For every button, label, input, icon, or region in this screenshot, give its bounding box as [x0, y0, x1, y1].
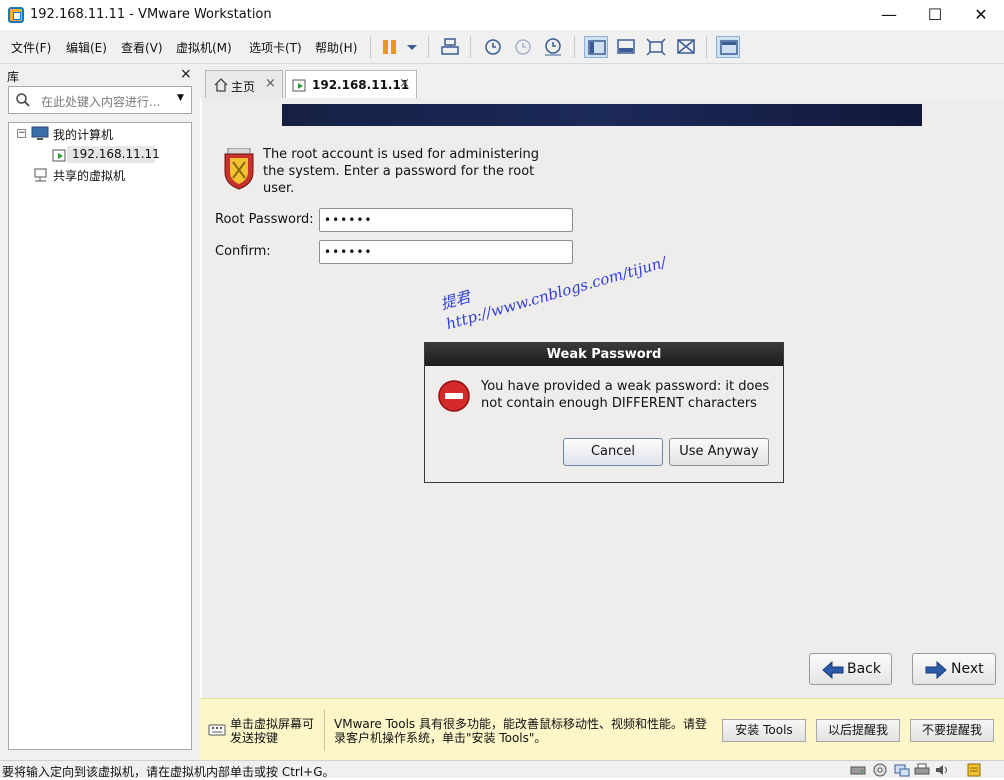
- toolbar-separator: [470, 36, 471, 58]
- back-button-label: Back: [847, 661, 881, 677]
- show-library-icon[interactable]: [584, 36, 608, 58]
- sound-card-icon[interactable]: [934, 763, 950, 777]
- shared-vm-icon: [34, 168, 47, 182]
- home-icon: [214, 78, 228, 92]
- tab-vm-close-icon[interactable]: ×: [399, 76, 410, 91]
- tab-home[interactable]: 主页 ×: [205, 70, 283, 98]
- vm-icon: [52, 149, 66, 162]
- next-button[interactable]: Next: [912, 653, 996, 685]
- vmware-tools-notification: 单击虚拟屏幕可发送按键 VMware Tools 具有很多功能，能改善鼠标移动性…: [200, 698, 1004, 760]
- vmware-app-icon: [8, 7, 24, 23]
- root-account-intro: The root account is used for administeri…: [263, 147, 540, 196]
- confirm-password-field[interactable]: ••••••: [319, 240, 573, 264]
- close-window-button[interactable]: ✕: [958, 0, 1004, 30]
- console-view-icon[interactable]: [716, 36, 740, 58]
- cancel-button[interactable]: Cancel: [563, 438, 663, 466]
- back-button[interactable]: Back: [809, 653, 892, 685]
- menu-vm[interactable]: 虚拟机(M): [176, 39, 232, 56]
- collapse-toggle-icon[interactable]: −: [17, 129, 26, 138]
- next-button-label: Next: [951, 661, 984, 677]
- message-log-icon[interactable]: [966, 763, 982, 777]
- error-icon: [438, 380, 470, 412]
- tab-home-close-icon[interactable]: ×: [265, 76, 276, 91]
- unity-icon[interactable]: [674, 36, 698, 58]
- library-search-input[interactable]: 在此处键入内容进行...: [41, 93, 160, 110]
- library-close-button[interactable]: ×: [180, 66, 192, 82]
- network-adapter-icon[interactable]: [894, 763, 910, 777]
- snapshot-manager-icon[interactable]: [540, 36, 564, 58]
- menu-view[interactable]: 查看(V): [121, 39, 163, 56]
- toolbar-separator: [370, 36, 371, 58]
- status-text: 要将输入定向到该虚拟机，请在虚拟机内部单击或按 Ctrl+G。: [2, 765, 335, 779]
- tab-strip: 主页 × 192.168.11.11 ×: [200, 64, 1004, 98]
- vm-console-screen[interactable]: The root account is used for administeri…: [202, 98, 1004, 698]
- remind-later-button[interactable]: 以后提醒我: [816, 719, 900, 742]
- toolbar-separator: [428, 36, 429, 58]
- arrow-right-icon: [925, 661, 947, 679]
- menu-tabs[interactable]: 选项卡(T): [249, 39, 302, 56]
- full-screen-icon[interactable]: [644, 36, 668, 58]
- menu-bar: 文件(F) 编辑(E) 查看(V) 虚拟机(M) 选项卡(T) 帮助(H): [0, 30, 1004, 64]
- menu-help[interactable]: 帮助(H): [315, 39, 357, 56]
- menu-edit[interactable]: 编辑(E): [66, 39, 107, 56]
- thumbnail-bar-icon[interactable]: [614, 36, 638, 58]
- installer-banner: [282, 104, 922, 126]
- tab-home-label: 主页: [231, 80, 256, 94]
- computer-icon: [31, 126, 49, 140]
- weak-password-dialog: Weak Password You have provided a weak p…: [424, 342, 784, 483]
- tree-item-my-computer[interactable]: 我的计算机: [53, 126, 113, 143]
- root-user-shield-icon: [224, 148, 254, 190]
- minimize-button[interactable]: —: [866, 0, 912, 30]
- tree-item-vm[interactable]: 192.168.11.11: [72, 147, 160, 161]
- toolbar-separator: [706, 36, 707, 58]
- title-bar: 192.168.11.11 - VMware Workstation — ☐ ✕: [0, 0, 1004, 30]
- toolbar-separator: [574, 36, 575, 58]
- search-icon: [16, 93, 30, 107]
- menu-file[interactable]: 文件(F): [11, 39, 51, 56]
- keyboard-icon: [208, 724, 226, 736]
- install-tools-button[interactable]: 安装 Tools: [722, 719, 806, 742]
- root-password-label: Root Password:: [215, 212, 314, 227]
- dialog-title: Weak Password: [425, 343, 783, 366]
- never-remind-button[interactable]: 不要提醒我: [910, 719, 994, 742]
- library-title: 库: [7, 70, 20, 84]
- tree-item-shared-vms[interactable]: 共享的虚拟机: [53, 167, 125, 184]
- dialog-message: You have provided a weak password: it do…: [481, 379, 770, 411]
- vm-icon: [292, 79, 306, 92]
- snapshot-icon[interactable]: [480, 36, 504, 58]
- notification-divider: [324, 709, 325, 751]
- cd-rom-icon[interactable]: [872, 763, 888, 777]
- printer-icon[interactable]: [914, 763, 930, 777]
- confirm-password-label: Confirm:: [215, 244, 271, 259]
- revert-snapshot-icon: [510, 36, 534, 58]
- window-title: 192.168.11.11 - VMware Workstation: [30, 7, 272, 22]
- click-to-send-keys-text: 单击虚拟屏幕可发送按键: [230, 717, 315, 745]
- library-panel: 库 × 在此处键入内容进行... ▼ − 我的计算机 192.168.11.11…: [0, 64, 200, 760]
- chevron-down-icon[interactable]: [400, 36, 424, 58]
- watermark-url: http://www.cnblogs.com/tijun/: [444, 253, 669, 334]
- chevron-down-icon[interactable]: ▼: [177, 93, 184, 103]
- library-tree: − 我的计算机 192.168.11.11 共享的虚拟机: [8, 122, 192, 750]
- pause-icon[interactable]: [378, 36, 402, 58]
- maximize-button[interactable]: ☐: [912, 0, 958, 30]
- use-anyway-button[interactable]: Use Anyway: [669, 438, 769, 466]
- tab-vm-label: 192.168.11.11: [312, 78, 410, 92]
- send-ctrl-alt-del-icon[interactable]: [438, 36, 462, 58]
- library-search-box[interactable]: 在此处键入内容进行... ▼: [8, 86, 192, 114]
- arrow-left-icon: [822, 661, 844, 679]
- root-password-field[interactable]: ••••••: [319, 208, 573, 232]
- tab-vm[interactable]: 192.168.11.11 ×: [285, 70, 417, 98]
- hard-disk-icon[interactable]: [850, 763, 866, 777]
- vmware-tools-message: VMware Tools 具有很多功能，能改善鼠标移动性、视频和性能。请登录客户…: [334, 717, 707, 745]
- status-bar: 要将输入定向到该虚拟机，请在虚拟机内部单击或按 Ctrl+G。: [0, 760, 1004, 779]
